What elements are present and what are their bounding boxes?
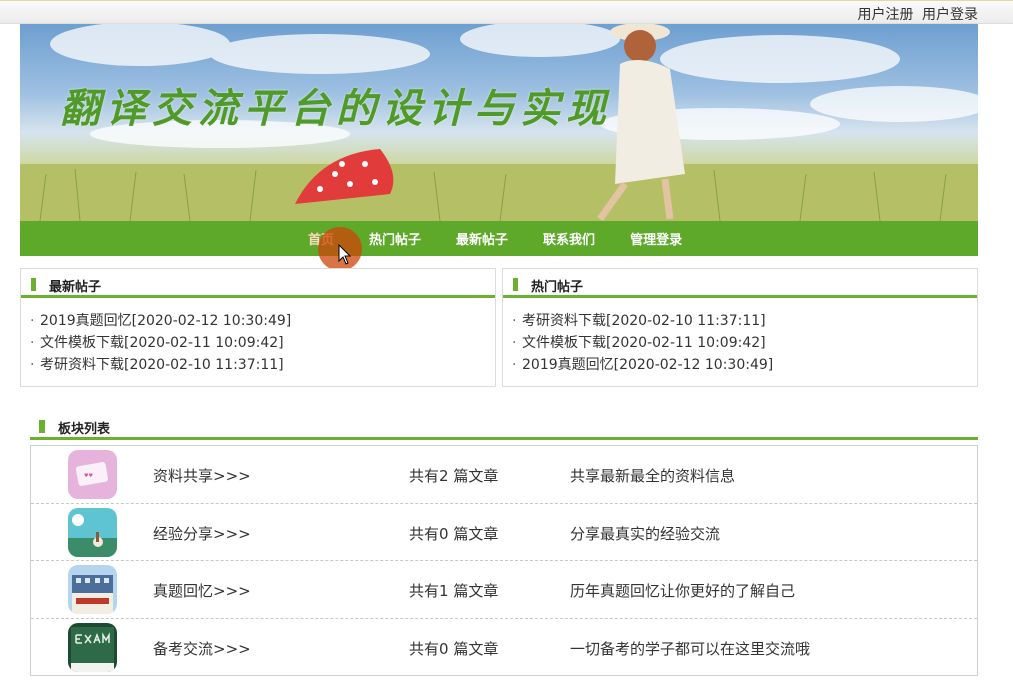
board-count: 共有1 篇文章 [409,582,499,600]
list-item[interactable]: · 考研资料下载[2020-02-10 11:37:11] [21,354,495,376]
section-marker [39,420,45,433]
board-name[interactable]: 备考交流>>> [153,638,251,659]
list-item[interactable]: · 考研资料下载[2020-02-10 11:37:11] [503,310,977,332]
table-row: 备考交流>>> 共有0 篇文章 一切备考的学子都可以在这里交流哦 [31,619,977,677]
post-link[interactable]: 2019真题回忆[2020-02-12 10:30:49] [40,313,291,329]
list-item[interactable]: · 2019真题回忆[2020-02-12 10:30:49] [503,354,977,376]
section-marker [31,278,36,291]
board-list: ♥♥ 资料共享>>> 共有2 篇文章 共享最新最全的资料信息 经验分享>>> 共… [30,445,978,676]
list-item[interactable]: · 文件模板下载[2020-02-11 10:09:42] [21,332,495,354]
register-link[interactable]: 用户注册 [858,7,914,23]
nav-latest-posts[interactable]: 最新帖子 [456,229,508,248]
nav-contact[interactable]: 联系我们 [543,229,595,248]
board-desc: 共享最新最全的资料信息 [570,467,736,485]
list-item[interactable]: · 2019真题回忆[2020-02-12 10:30:49] [21,310,495,332]
board-name[interactable]: 真题回忆>>> [153,580,251,601]
mouse-cursor-icon [338,244,352,265]
section-marker [513,278,518,291]
post-link[interactable]: 2019真题回忆[2020-02-12 10:30:49] [522,357,773,373]
top-bar: 用户注册 用户登录 [0,0,1013,24]
board-count: 共有0 篇文章 [409,639,499,658]
latest-posts-header: 最新帖子 [21,269,495,298]
board-list-header: 板块列表 [30,413,978,440]
board-list-title: 板块列表 [58,422,111,437]
board-count: 共有2 篇文章 [409,467,499,485]
table-row: ♥♥ 资料共享>>> 共有2 篇文章 共享最新最全的资料信息 [31,446,977,504]
banner: 翻译交流平台的设计与实现 [20,24,978,221]
table-row: 真题回忆>>> 共有1 篇文章 历年真题回忆让你更好的了解自己 [31,561,977,619]
post-link[interactable]: 文件模板下载[2020-02-11 10:09:42] [522,335,766,351]
banner-title: 翻译交流平台的设计与实现 [60,85,612,132]
chalkboard-exam-icon[interactable] [68,622,117,672]
nav-admin-login[interactable]: 管理登录 [630,229,682,248]
post-link[interactable]: 考研资料下载[2020-02-10 11:37:11] [40,357,284,373]
board-count: 共有0 篇文章 [409,524,499,543]
list-item[interactable]: · 文件模板下载[2020-02-11 10:09:42] [503,332,977,354]
user-links: 用户注册 用户登录 [854,4,978,24]
hot-posts-title: 热门帖子 [531,280,584,295]
latest-posts-panel: 最新帖子 · 2019真题回忆[2020-02-12 10:30:49] · 文件模… [20,268,496,387]
latest-posts-title: 最新帖子 [49,280,102,295]
login-link[interactable]: 用户登录 [922,7,978,23]
board-name[interactable]: 经验分享>>> [153,523,251,544]
building-icon[interactable] [68,565,117,614]
hot-posts-panel: 热门帖子 · 考研资料下载[2020-02-10 11:37:11] · 文件模板下… [502,268,978,387]
post-link[interactable]: 文件模板下载[2020-02-11 10:09:42] [40,335,284,351]
hot-posts-header: 热门帖子 [503,269,977,298]
board-desc: 历年真题回忆让你更好的了解自己 [570,582,796,600]
table-row: 经验分享>>> 共有0 篇文章 分享最真实的经验交流 [31,504,977,561]
board-desc: 分享最真实的经验交流 [570,524,721,543]
main-nav: 首页 热门帖子 最新帖子 联系我们 管理登录 [20,221,978,256]
card-photo-icon[interactable]: ♥♥ [68,450,117,499]
board-name[interactable]: 资料共享>>> [153,465,251,486]
svg-text:♥♥: ♥♥ [84,473,93,479]
nav-hot-posts[interactable]: 热门帖子 [369,229,421,248]
landscape-icon[interactable] [68,507,117,557]
post-link[interactable]: 考研资料下载[2020-02-10 11:37:11] [522,313,766,329]
board-desc: 一切备考的学子都可以在这里交流哦 [570,639,811,658]
